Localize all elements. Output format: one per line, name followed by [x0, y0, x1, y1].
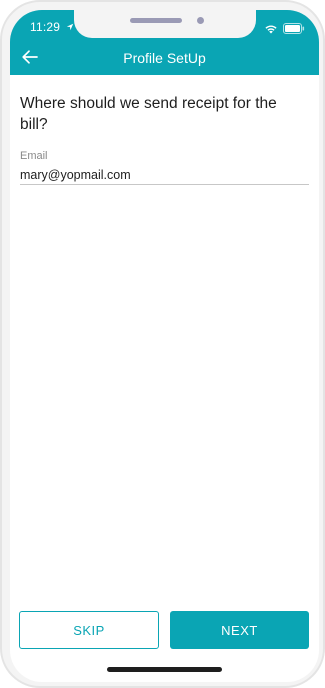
home-indicator[interactable] — [107, 667, 222, 672]
email-field[interactable] — [20, 165, 309, 185]
notch-speaker — [130, 18, 182, 23]
email-label: Email — [20, 150, 48, 162]
header-bar: 11:29 Profile SetUp — [10, 10, 319, 75]
status-bar-icons — [264, 21, 305, 39]
status-time-text: 11:29 — [30, 20, 61, 34]
skip-button[interactable]: SKIP — [19, 611, 159, 649]
battery-icon — [283, 21, 305, 39]
location-arrow-icon — [66, 23, 74, 33]
page-title: Profile SetUp — [123, 50, 206, 66]
status-bar-time: 11:29 — [30, 20, 74, 34]
wifi-icon — [264, 21, 278, 39]
notch-camera — [197, 17, 204, 24]
receipt-question: Where should we send receipt for the bil… — [20, 95, 277, 133]
device-notch — [74, 10, 256, 38]
app-screen: 11:29 Profile SetUp Where should we send… — [10, 10, 319, 682]
phone-frame: 11:29 Profile SetUp Where should we send… — [0, 0, 325, 688]
next-button[interactable]: NEXT — [170, 611, 309, 649]
